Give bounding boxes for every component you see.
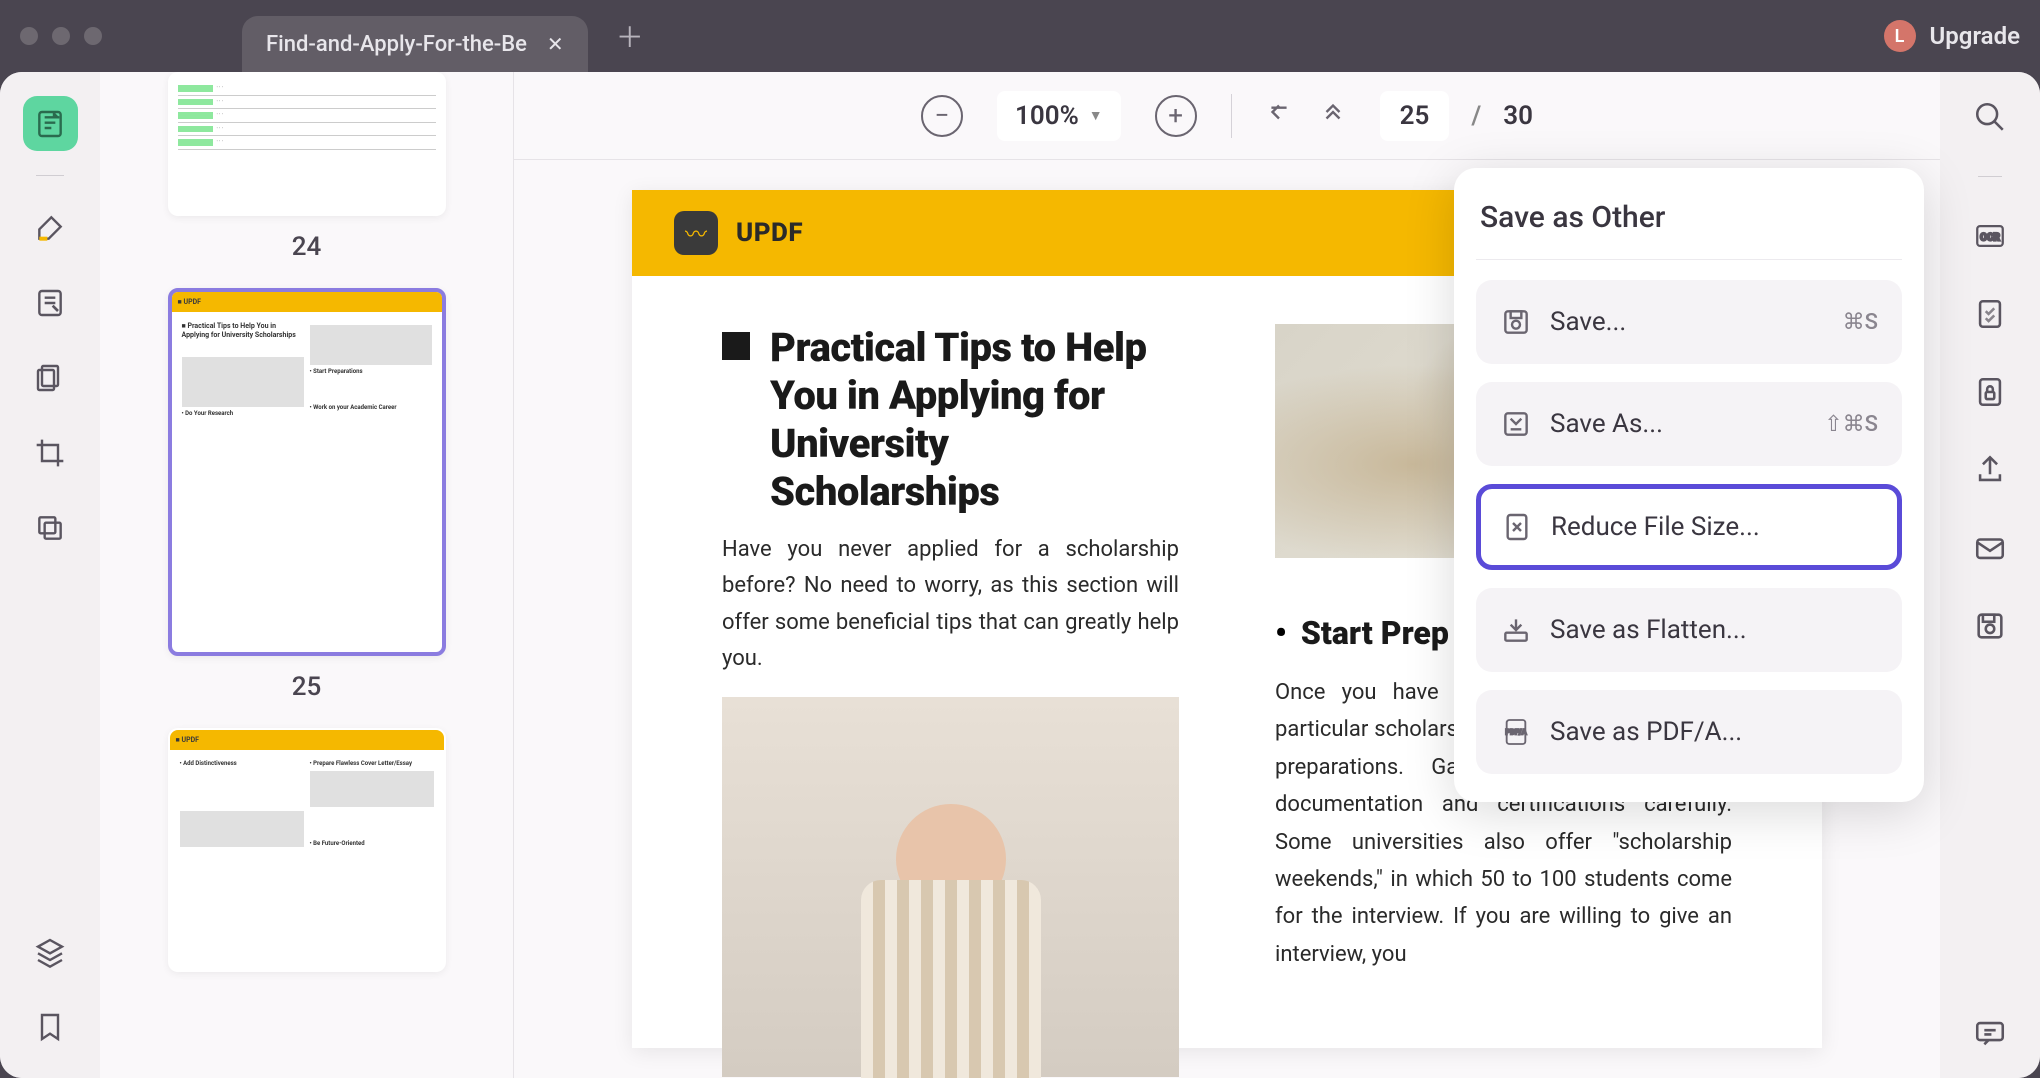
svg-text:PDF/A: PDF/A (1505, 728, 1526, 737)
page-separator: / (1471, 101, 1481, 131)
avatar-initial: L (1895, 26, 1905, 47)
section-bullet-icon (722, 332, 750, 360)
thumbnail-26[interactable]: ■ UPDF • Add Distinctiveness • Prepare F… (152, 728, 461, 972)
save-as-other-panel: Save as Other Save... ⌘S Save As... ⇧⌘S (1454, 168, 1924, 802)
option-label: Save As... (1550, 409, 1806, 439)
ocr-button[interactable]: OCR (1971, 217, 2009, 255)
email-button[interactable] (1971, 529, 2009, 567)
close-window-button[interactable] (20, 27, 38, 45)
thumbnail-25[interactable]: ■ UPDF ■ Practical Tips to Help You in A… (152, 288, 461, 702)
search-button[interactable] (1971, 98, 2009, 136)
brand-name: UPDF (736, 218, 803, 248)
save-flatten-option[interactable]: Save as Flatten... (1476, 588, 1902, 672)
bullet-icon: • (1275, 614, 1287, 652)
keyboard-shortcut: ⌘S (1843, 310, 1878, 335)
save-as-option[interactable]: Save As... ⇧⌘S (1476, 382, 1902, 466)
total-pages: 30 (1503, 101, 1533, 131)
right-toolbar: OCR (1940, 72, 2040, 1078)
zoom-level-value: 100% (1015, 101, 1079, 131)
option-label: Reduce File Size... (1551, 512, 1877, 542)
minimize-window-button[interactable] (52, 27, 70, 45)
current-page-input[interactable]: 25 (1380, 91, 1450, 141)
pdfa-icon: PDF/A (1500, 716, 1532, 748)
comments-button[interactable] (1971, 1014, 2009, 1052)
left-toolbar (0, 72, 100, 1078)
titlebar: Find-and-Apply-For-the-Be ✕ ＋ L Upgrade (0, 0, 2040, 72)
convert-button[interactable] (1971, 295, 2009, 333)
share-button[interactable] (1971, 451, 2009, 489)
new-tab-button[interactable]: ＋ (616, 16, 644, 56)
flatten-icon (1500, 614, 1532, 646)
reader-mode-button[interactable] (23, 96, 78, 151)
option-label: Save as Flatten... (1550, 615, 1878, 645)
upgrade-label: Upgrade (1930, 22, 2020, 50)
toolbar-divider (1231, 94, 1232, 138)
upgrade-area[interactable]: L Upgrade (1884, 20, 2020, 52)
save-option[interactable]: Save... ⌘S (1476, 280, 1902, 364)
zoom-in-button[interactable]: + (1155, 95, 1197, 137)
top-toolbar: − 100% ▼ + 25 / 30 (514, 72, 1940, 160)
layers-tool-button[interactable] (23, 500, 78, 555)
option-label: Save as PDF/A... (1550, 717, 1878, 747)
crop-tool-button[interactable] (23, 425, 78, 480)
maximize-window-button[interactable] (84, 27, 102, 45)
highlighter-tool-button[interactable] (23, 200, 78, 255)
thumbnail-page-number: 25 (292, 672, 322, 702)
section-title: Practical Tips to Help You in Applying f… (770, 324, 1179, 516)
save-other-button[interactable] (1971, 607, 2009, 645)
first-page-button[interactable] (1266, 99, 1292, 132)
zoom-level-dropdown[interactable]: 100% ▼ (997, 91, 1121, 141)
thumbnail-panel[interactable]: · · · · · · · · · · · · · · · 24 ■ UPDF (100, 72, 514, 1078)
chevron-down-icon: ▼ (1089, 107, 1103, 124)
save-pdfa-option[interactable]: PDF/A Save as PDF/A... (1476, 690, 1902, 774)
save-as-icon (1500, 408, 1532, 440)
toolbar-divider (36, 175, 64, 176)
edit-tool-button[interactable] (23, 275, 78, 330)
reduce-file-size-option[interactable]: Reduce File Size... (1476, 484, 1902, 570)
thumbnails-toggle-button[interactable] (23, 924, 78, 979)
svg-text:OCR: OCR (1980, 232, 2000, 243)
bookmark-toggle-button[interactable] (23, 999, 78, 1054)
tab-title: Find-and-Apply-For-the-Be (266, 32, 527, 57)
page-indicator: 25 / 30 (1380, 91, 1533, 141)
toolbar-divider (1978, 176, 2002, 177)
reduce-size-icon (1501, 511, 1533, 543)
section-intro-text: Have you never applied for a scholarship… (722, 532, 1179, 677)
brand-logo-icon (674, 211, 718, 255)
illustration-image (722, 697, 1179, 1077)
tab-close-icon[interactable]: ✕ (547, 32, 564, 56)
keyboard-shortcut: ⇧⌘S (1824, 412, 1878, 437)
pages-tool-button[interactable] (23, 350, 78, 405)
document-tab[interactable]: Find-and-Apply-For-the-Be ✕ (242, 16, 588, 72)
user-avatar[interactable]: L (1884, 20, 1916, 52)
protect-button[interactable] (1971, 373, 2009, 411)
save-icon (1500, 306, 1532, 338)
prev-page-button[interactable] (1320, 99, 1346, 132)
zoom-out-button[interactable]: − (921, 95, 963, 137)
sub-heading: Start Prep (1301, 614, 1449, 652)
window-controls (20, 27, 102, 45)
option-label: Save... (1550, 307, 1825, 337)
thumbnail-page-number: 24 (292, 232, 322, 262)
save-panel-title: Save as Other (1476, 196, 1902, 260)
thumbnail-24[interactable]: · · · · · · · · · · · · · · · 24 (152, 72, 461, 262)
